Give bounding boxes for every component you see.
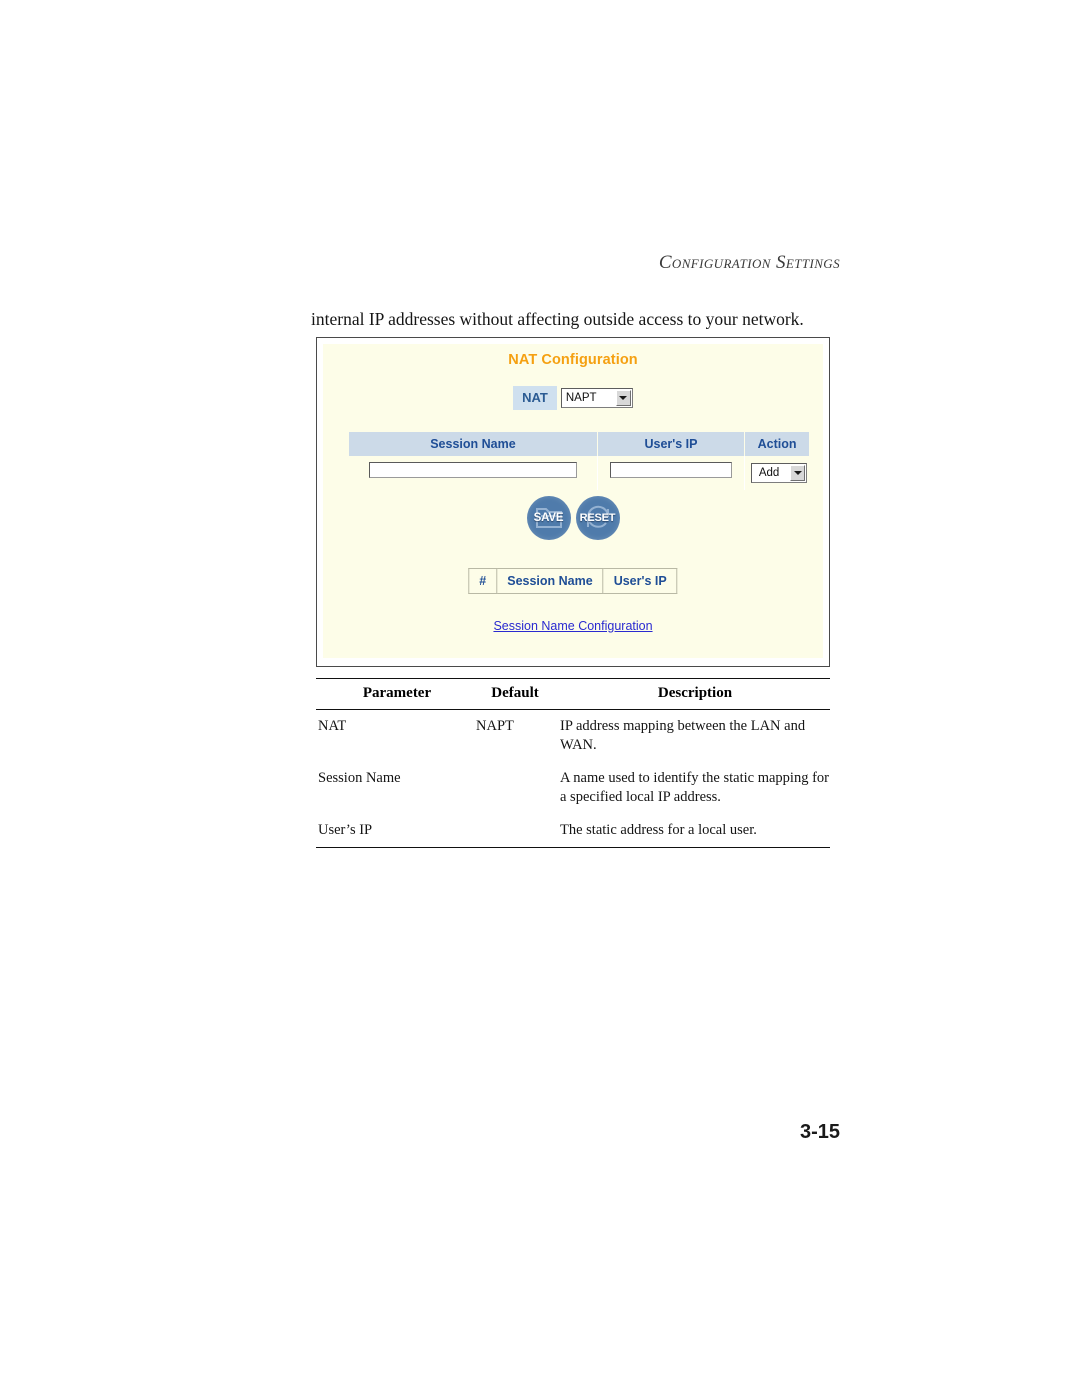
nat-mode-select[interactable]: NAPT [560,388,633,408]
nat-entry-table: Session Name User's IP Action Add [349,432,809,490]
chevron-down-icon[interactable] [615,390,631,406]
cell-action: Add [744,456,809,490]
save-button[interactable]: SAVE [526,496,571,540]
list-header-index: # [468,568,498,594]
table-row: NAT NAPT IP address mapping between the … [316,710,830,763]
param-desc-usersip: The static address for a local user. [554,814,830,848]
param-default-usersip [476,814,554,848]
save-button-label: SAVE [533,512,564,524]
param-header-default: Default [476,678,554,710]
list-header-users-ip: User's IP [602,568,678,594]
panel-inner: NAT Configuration NAT NAPT Session Name … [323,344,823,658]
page-number: 3-15 [799,1121,840,1143]
cell-session-name [349,456,598,490]
panel-title: NAT Configuration [508,352,638,368]
nat-configuration-panel: NAT Configuration NAT NAPT Session Name … [316,337,830,667]
header-users-ip: User's IP [597,432,746,456]
param-name-session: Session Name [318,770,401,786]
param-default-session [476,762,554,814]
action-select-value: Add [758,466,780,479]
nat-list-table: # Session Name User's IP [468,568,678,594]
action-select[interactable]: Add [751,462,808,483]
header-action: Action [744,432,809,456]
entry-table-input-row: Add [349,456,809,490]
chevron-down-icon[interactable] [790,464,806,481]
param-name-nat: NAT [318,718,347,734]
param-desc-session: A name used to identify the static mappi… [560,770,829,805]
param-header-parameter: Parameter [316,678,476,710]
header-session-name: Session Name [349,432,598,456]
reset-button-label: RESET [579,512,616,524]
parameter-description-table: Parameter Default Description NAT NAPT I… [316,678,830,848]
list-header-session-name: Session Name [496,568,604,594]
nat-label: NAT [513,386,557,410]
session-name-input[interactable] [368,462,578,478]
param-header-row: Parameter Default Description [316,678,830,710]
intro-paragraph: internal IP addresses without affecting … [311,309,804,329]
table-row: Session Name A name used to identify the… [316,762,830,814]
param-name-usersip: User’s IP [316,814,476,848]
session-name-configuration-link[interactable]: Session Name Configuration [323,619,823,633]
cell-users-ip [597,456,746,490]
reset-button[interactable]: RESET [575,496,620,540]
action-buttons: SAVE RESET [323,496,823,540]
param-default-nat: NAPT [476,718,514,734]
running-header: Configuration Settings [658,252,840,273]
param-desc-nat: IP address mapping between the LAN and W… [560,718,806,753]
nat-mode-value: NAPT [565,392,597,404]
nat-select-row: NAT NAPT [323,386,823,410]
table-row: User’s IP The static address for a local… [316,814,830,848]
list-table-header-row: # Session Name User's IP [468,568,678,594]
param-header-description: Description [554,678,830,710]
entry-table-header-row: Session Name User's IP Action [349,432,809,456]
users-ip-input[interactable] [609,462,733,478]
